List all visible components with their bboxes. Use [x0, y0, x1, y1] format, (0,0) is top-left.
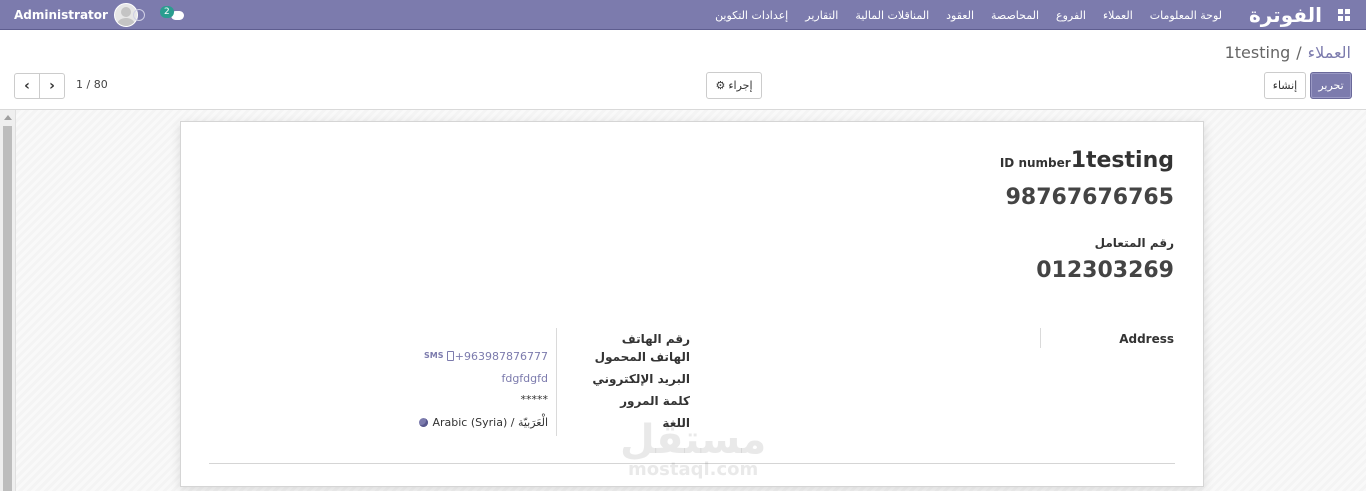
id-number-label: ID number — [999, 156, 1071, 170]
edit-button[interactable]: تحرير — [1310, 72, 1352, 99]
menu-item-customers[interactable]: العملاء — [1103, 9, 1133, 22]
language-label: اللغة — [662, 416, 690, 430]
menu-item-reports[interactable]: التقارير — [805, 9, 838, 22]
menu-item-contracts[interactable]: العقود — [946, 9, 974, 22]
chat-count-badge: 2 — [160, 6, 174, 18]
menu-item-dashboard[interactable]: لوحة المعلومات — [1150, 9, 1222, 22]
fields-separator — [556, 328, 557, 436]
email-label: البريد الإلكتروني — [592, 372, 690, 386]
address-separator — [1040, 328, 1041, 348]
main-menu: لوحة المعلومات العملاء الفروع المحاصصة ا… — [698, 0, 1222, 30]
user-name: Administrator — [14, 8, 108, 22]
partner-number-label: رقم المتعامل — [1094, 236, 1174, 250]
record-name: 1testing — [1070, 148, 1174, 173]
globe-icon[interactable] — [419, 418, 428, 427]
id-number-value: 98767676765 — [1005, 185, 1174, 210]
password-label: كلمة المرور — [620, 394, 690, 408]
breadcrumb-current: 1testing — [1224, 43, 1291, 62]
menu-item-quota[interactable]: المحاصصة — [991, 9, 1039, 22]
activity-clock-icon[interactable] — [133, 9, 145, 21]
pager-next-button[interactable]: › — [39, 73, 65, 99]
sms-button[interactable]: SMS — [424, 351, 443, 360]
record-title: ID number 1testing — [1000, 148, 1174, 173]
breadcrumb: العملاء / 1testing — [1225, 43, 1351, 62]
menu-item-transfers[interactable]: المناقلات المالية — [855, 9, 929, 22]
form-sheet: ID number 1testing 98767676765 رقم المتع… — [180, 121, 1204, 487]
app-title[interactable]: الفوترة — [1249, 0, 1322, 30]
email-value[interactable]: fdgfdgfd — [501, 372, 548, 385]
scrollbar-thumb[interactable] — [3, 126, 12, 491]
top-navbar: الفوترة لوحة المعلومات العملاء الفروع ال… — [0, 0, 1366, 30]
user-menu[interactable]: Administrator — [14, 0, 138, 30]
mobile-label: الهاتف المحمول — [594, 350, 690, 364]
scroll-up-arrow-icon[interactable] — [4, 115, 12, 120]
partner-number-value: 012303269 — [1036, 258, 1174, 283]
mobile-phone-icon[interactable] — [447, 351, 454, 361]
messaging-icon[interactable]: 2 — [160, 0, 184, 30]
gear-icon: ⚙ — [715, 79, 726, 92]
password-value: ***** — [520, 393, 549, 406]
breadcrumb-separator: / — [1296, 43, 1302, 62]
pager-previous-button[interactable]: ‹ — [14, 73, 40, 99]
breadcrumb-parent[interactable]: العملاء — [1308, 43, 1351, 62]
mobile-value[interactable]: +963987876777 — [455, 350, 548, 363]
address-label: Address — [1119, 332, 1174, 346]
action-button[interactable]: ⚙ إجراء — [706, 72, 762, 99]
create-button[interactable]: إنشاء — [1264, 72, 1306, 99]
apps-grid-icon[interactable] — [1336, 0, 1352, 30]
phone-label: رقم الهاتف — [621, 332, 690, 346]
language-value: Arabic (Syria) / الْعَرَبيّة — [432, 416, 548, 429]
menu-item-branches[interactable]: الفروع — [1056, 9, 1086, 22]
menu-item-settings[interactable]: إعدادات التكوين — [715, 9, 788, 22]
action-label: إجراء — [728, 79, 753, 92]
form-bottom-divider — [209, 463, 1175, 464]
pager-value[interactable]: 1 / 80 — [76, 78, 108, 91]
